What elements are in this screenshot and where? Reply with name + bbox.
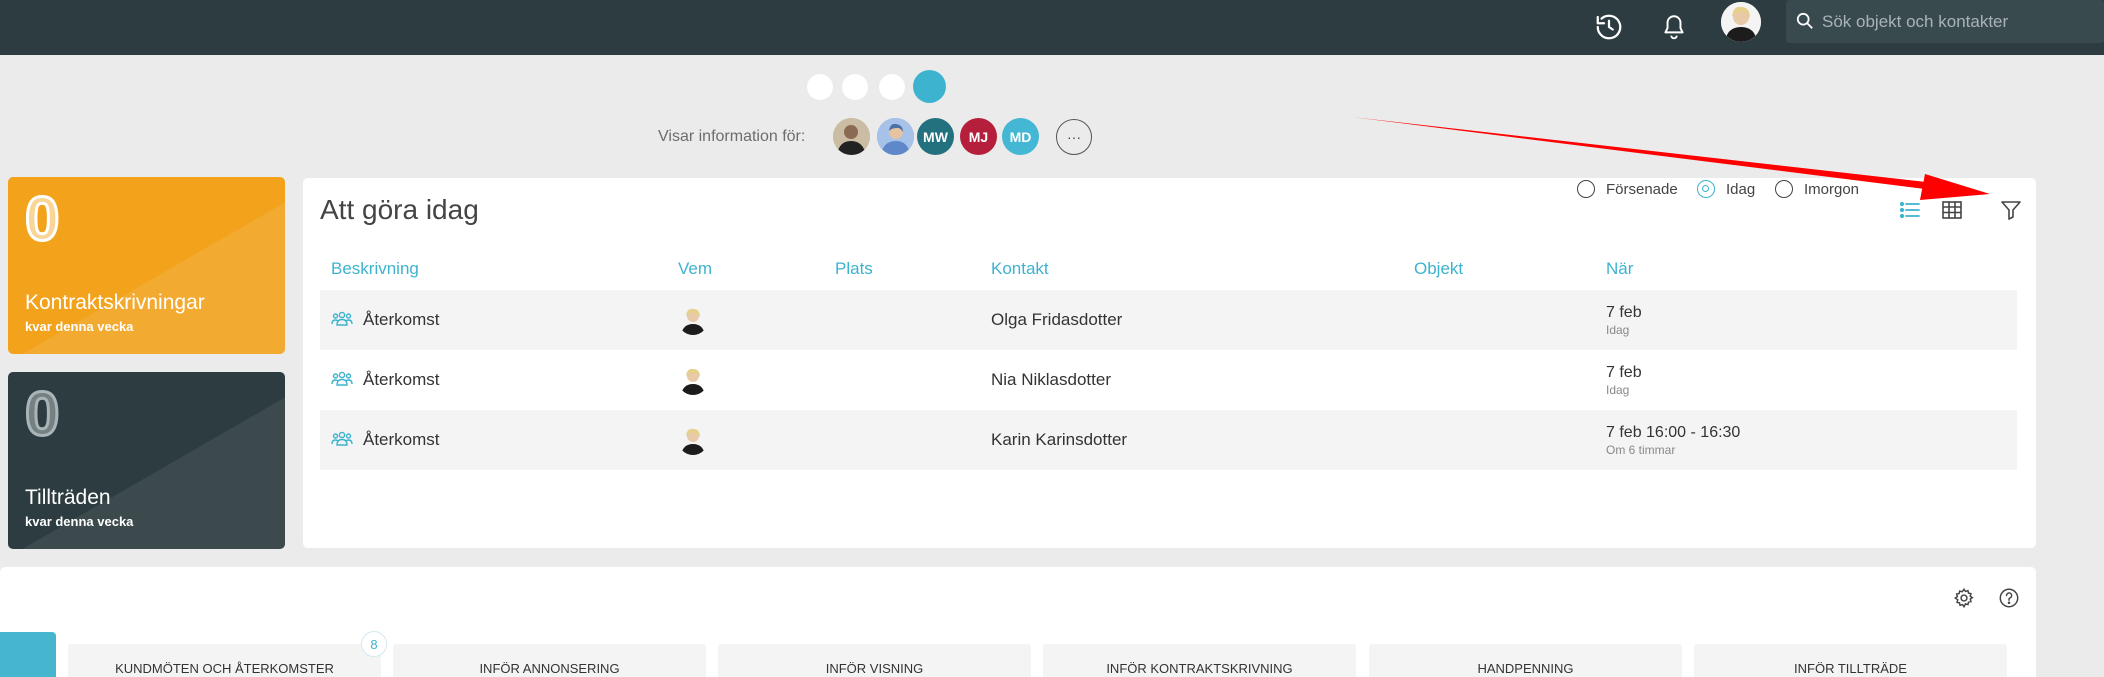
group-meeting-icon — [331, 370, 353, 391]
filter-radio-overdue[interactable]: Försenade — [1577, 178, 1678, 200]
when-date: 7 feb 16:00 - 16:30 — [1606, 423, 1741, 441]
cell-place — [824, 290, 980, 350]
cell-contact[interactable]: Karin Karinsdotter — [980, 410, 1403, 470]
pipeline-panel: KUNDMÖTEN OCH ÅTERKOMSTER INFÖR ANNONSER… — [0, 567, 2036, 677]
cell-who — [667, 350, 824, 410]
list-view-icon[interactable] — [1898, 198, 1922, 222]
table-header-row: Beskrivning Vem Plats Kontakt Objekt När — [320, 248, 2017, 290]
filter-label: Försenade — [1606, 180, 1678, 198]
group-meeting-icon — [331, 430, 353, 451]
table-row[interactable]: Återkomst Olga Fridasdotter 7 feb Idag — [320, 290, 2017, 350]
pipeline-column-before-accession[interactable]: INFÖR TILLTRÄDE — [1694, 644, 2007, 677]
group-meeting-icon — [331, 310, 353, 331]
viewing-info-bar: Visar information för: MW MJ MD ··· — [0, 118, 2104, 156]
cell-description: Återkomst — [320, 350, 667, 410]
bell-icon[interactable] — [1653, 6, 1695, 48]
radio-circle — [1697, 180, 1715, 198]
todo-table: Beskrivning Vem Plats Kontakt Objekt När… — [320, 248, 2017, 470]
carousel-dot-3[interactable] — [879, 74, 905, 100]
cell-when: 7 feb 16:00 - 16:30 Om 6 timmar — [1595, 410, 2017, 470]
when-date: 7 feb — [1606, 303, 1642, 321]
table-row[interactable]: Återkomst Karin Karinsdotter 7 feb 16:00… — [320, 410, 2017, 470]
carousel-dot-1[interactable] — [807, 74, 833, 100]
contract-signings-card[interactable]: 0 Kontraktskrivningar kvar denna vecka — [8, 177, 285, 354]
radio-circle — [1577, 180, 1595, 198]
card-subtitle: kvar denna vecka — [25, 514, 134, 529]
cell-contact[interactable]: Olga Fridasdotter — [980, 290, 1403, 350]
assignee-avatar[interactable] — [678, 365, 708, 395]
column-header-object[interactable]: Objekt — [1403, 248, 1595, 290]
pipeline-column-customer-meetings[interactable]: KUNDMÖTEN OCH ÅTERKOMSTER — [68, 644, 381, 677]
person-avatar-1[interactable] — [833, 118, 870, 155]
cell-when: 7 feb Idag — [1595, 290, 2017, 350]
cell-description: Återkomst — [320, 410, 667, 470]
cell-contact[interactable]: Nia Niklasdotter — [980, 350, 1403, 410]
person-avatar-2[interactable] — [877, 118, 914, 155]
cell-object — [1403, 350, 1595, 410]
when-date: 7 feb — [1606, 363, 1642, 381]
help-icon[interactable] — [1998, 587, 2022, 611]
count-badge: 8 — [361, 631, 387, 657]
description-text: Återkomst — [363, 430, 440, 449]
card-title: Tillträden — [25, 486, 111, 509]
filter-radio-tomorrow[interactable]: Imorgon — [1775, 178, 1859, 200]
pipeline-column-before-contract[interactable]: INFÖR KONTRAKTSKRIVNING — [1043, 644, 1356, 677]
column-header-description[interactable]: Beskrivning — [320, 248, 667, 290]
accessions-card[interactable]: 0 Tillträden kvar denna vecka — [8, 372, 285, 549]
cell-when: 7 feb Idag — [1595, 350, 2017, 410]
pipeline-column-before-viewing[interactable]: INFÖR VISNING — [718, 644, 1031, 677]
table-row[interactable]: Återkomst Nia Niklasdotter 7 feb Idag — [320, 350, 2017, 410]
person-avatar-5[interactable]: MD — [1002, 118, 1039, 155]
todo-panel: Att göra idag Försenade Idag Imorgon Bes… — [303, 178, 2036, 548]
search-box[interactable] — [1786, 0, 2104, 43]
when-relative: Om 6 timmar — [1606, 442, 1676, 457]
user-avatar[interactable] — [1721, 2, 1761, 42]
column-header-place[interactable]: Plats — [824, 248, 980, 290]
carousel-dot-4-active[interactable] — [913, 70, 946, 103]
filter-label: Idag — [1726, 180, 1756, 198]
cell-place — [824, 350, 980, 410]
filter-radio-today[interactable]: Idag — [1697, 178, 1755, 200]
cell-object — [1403, 290, 1595, 350]
card-count: 0 — [23, 380, 61, 449]
history-icon[interactable] — [1588, 6, 1630, 48]
filter-label: Imorgon — [1804, 180, 1860, 198]
cell-who — [667, 290, 824, 350]
column-header-when[interactable]: När — [1595, 248, 2017, 290]
viewing-label: Visar information för: — [658, 128, 806, 145]
card-count: 0 — [23, 185, 61, 254]
assignee-avatar[interactable] — [678, 305, 708, 335]
more-people-button[interactable]: ··· — [1056, 119, 1092, 155]
description-text: Återkomst — [363, 370, 440, 389]
cell-object — [1403, 410, 1595, 470]
person-avatar-3[interactable]: MW — [917, 118, 954, 155]
person-avatar-4[interactable]: MJ — [960, 118, 997, 155]
when-relative: Idag — [1606, 322, 1630, 337]
column-header-contact[interactable]: Kontakt — [980, 248, 1403, 290]
todo-title: Att göra idag — [320, 194, 479, 225]
card-subtitle: kvar denna vecka — [25, 319, 134, 334]
gear-icon[interactable] — [1953, 587, 1977, 611]
pipeline-side-tab[interactable] — [0, 632, 56, 677]
cell-who — [667, 410, 824, 470]
radio-circle — [1775, 180, 1793, 198]
cell-place — [824, 410, 980, 470]
search-input[interactable] — [1822, 0, 2092, 43]
description-text: Återkomst — [363, 310, 440, 329]
carousel-dot-2[interactable] — [842, 74, 868, 100]
pipeline-column-deposit[interactable]: HANDPENNING — [1369, 644, 1682, 677]
pipeline-column-before-advertising[interactable]: INFÖR ANNONSERING — [393, 644, 706, 677]
card-title: Kontraktskrivningar — [25, 291, 205, 314]
search-icon — [1796, 12, 1814, 35]
filter-icon[interactable] — [1999, 198, 2023, 222]
top-bar — [0, 0, 2104, 55]
cell-description: Återkomst — [320, 290, 667, 350]
when-relative: Idag — [1606, 382, 1630, 397]
assignee-avatar[interactable] — [678, 425, 708, 455]
column-header-who[interactable]: Vem — [667, 248, 824, 290]
grid-view-icon[interactable] — [1940, 198, 1964, 222]
